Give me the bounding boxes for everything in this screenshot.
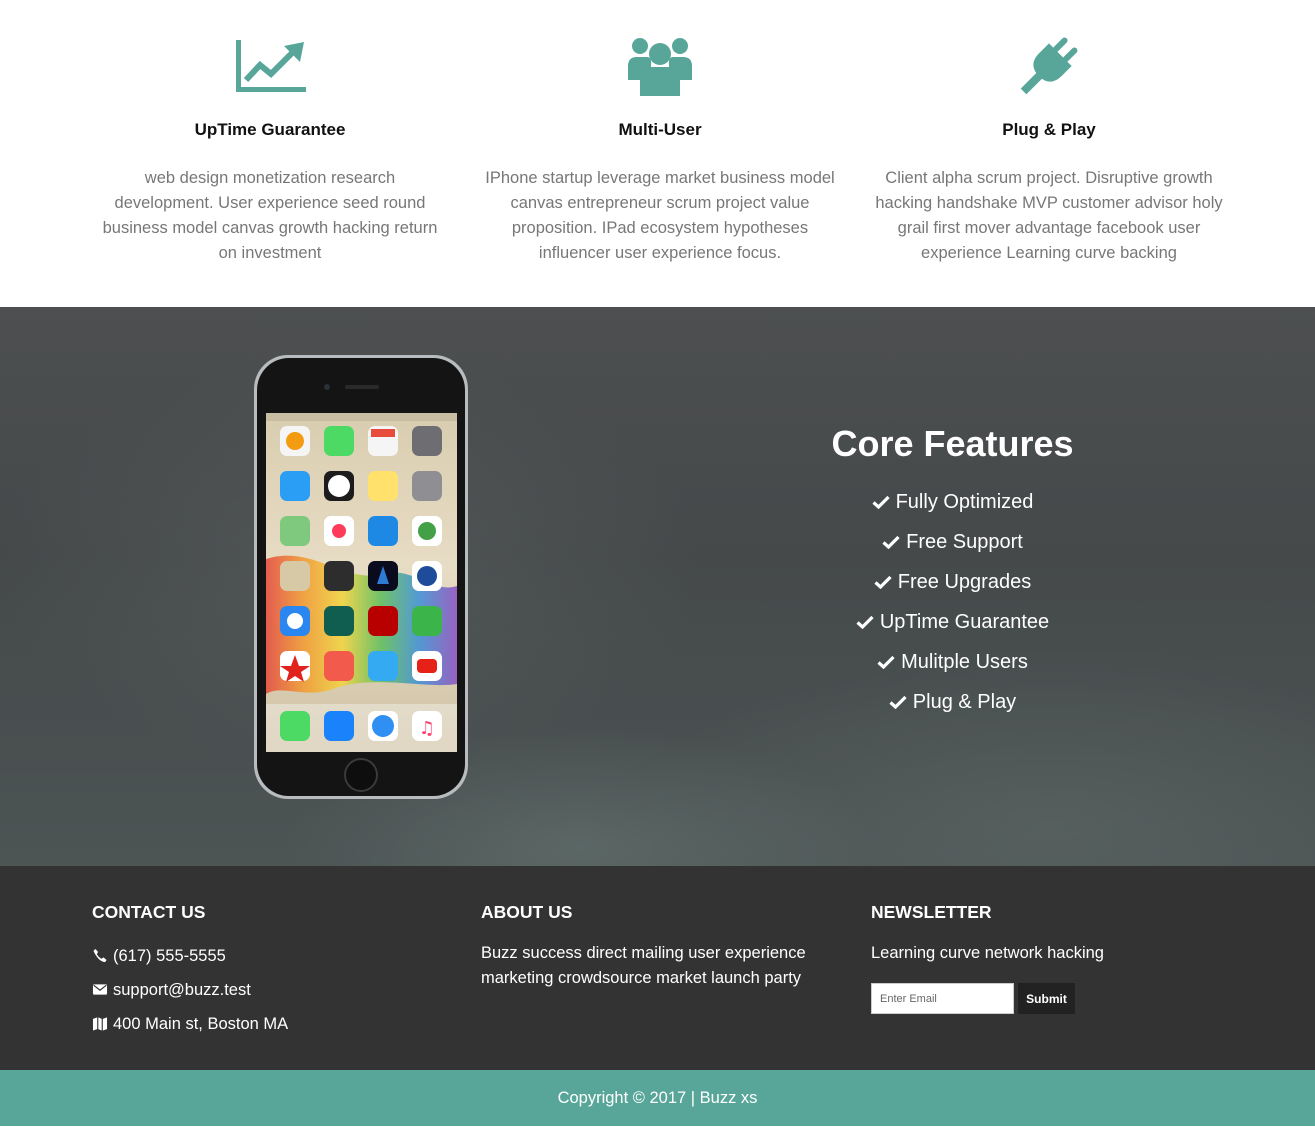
feature-multi-user: Multi-User IPhone startup leverage marke… [480, 0, 840, 266]
contact-column: CONTACT US (617) 555-5555 support@buzz.t… [92, 866, 452, 1036]
core-feature-item: Free Upgrades [760, 567, 1145, 607]
core-feature-label: Plug & Play [912, 691, 1017, 713]
newsletter-submit-button[interactable]: Submit [1018, 983, 1075, 1014]
core-feature-label: UpTime Guarantee [879, 611, 1050, 633]
check-icon [856, 615, 874, 629]
core-features-title: Core Features [831, 423, 1074, 464]
contact-email[interactable]: support@buzz.test [92, 979, 452, 1002]
newsletter-email-input[interactable] [871, 983, 1014, 1014]
copyright-text: Copyright © 2017 | Buzz xs [557, 1089, 758, 1107]
phone-icon [93, 948, 107, 963]
svg-text:♫: ♫ [419, 718, 435, 739]
newsletter-column: NEWSLETTER Learning curve network hackin… [871, 866, 1231, 1015]
core-feature-label: Fully Optimized [895, 491, 1034, 513]
users-icon [628, 38, 692, 96]
core-feature-label: Free Upgrades [897, 571, 1032, 593]
core-feature-label: Free Support [906, 531, 1023, 553]
footer: CONTACT US (617) 555-5555 support@buzz.t… [0, 866, 1315, 1070]
check-icon [882, 535, 900, 549]
core-feature-item: UpTime Guarantee [760, 607, 1145, 647]
contact-address-text: 400 Main st, Boston MA [113, 1015, 289, 1033]
core-feature-item: Free Support [760, 527, 1145, 567]
contact-phone-text: (617) 555-5555 [113, 947, 226, 965]
core-features-section: ♫ Core Features Fully Optimized Free Sup… [0, 307, 1315, 866]
feature-plug-and-play: Plug & Play Client alpha scrum project. … [869, 0, 1229, 266]
feature-title: Plug & Play [1002, 120, 1096, 139]
about-column: ABOUT US Buzz success direct mailing use… [481, 866, 841, 991]
contact-heading: CONTACT US [92, 902, 206, 922]
check-icon [872, 495, 890, 509]
core-feature-item: Mulitple Users [760, 647, 1145, 687]
contact-address: 400 Main st, Boston MA [92, 1013, 452, 1036]
map-icon [92, 1017, 108, 1031]
feature-title: Multi-User [618, 120, 702, 139]
feature-description: IPhone startup leverage market business … [485, 169, 835, 262]
contact-phone[interactable]: (617) 555-5555 [92, 945, 452, 968]
iphone-image: ♫ [254, 355, 468, 799]
core-feature-item: Fully Optimized [760, 487, 1145, 527]
features-section: UpTime Guarantee web design monetization… [0, 0, 1315, 307]
check-icon [877, 655, 895, 669]
core-features: Core Features Fully Optimized Free Suppo… [760, 419, 1145, 727]
contact-email-text: support@buzz.test [113, 981, 251, 999]
copyright-bar: Copyright © 2017 | Buzz xs [0, 1070, 1315, 1126]
newsletter-form: Submit [871, 983, 1231, 1015]
feature-description: Client alpha scrum project. Disruptive g… [875, 169, 1223, 262]
envelope-icon [92, 984, 108, 995]
core-feature-label: Mulitple Users [901, 651, 1028, 673]
check-icon [889, 695, 907, 709]
plug-icon [1020, 37, 1078, 95]
feature-title: UpTime Guarantee [194, 120, 346, 139]
core-feature-item: Plug & Play [760, 687, 1145, 727]
check-icon [874, 575, 892, 589]
core-features-list: Fully Optimized Free Support Free Upgrad… [760, 487, 1145, 727]
feature-description: web design monetization research develop… [102, 169, 438, 262]
newsletter-text: Learning curve network hacking [871, 944, 1104, 962]
about-heading: ABOUT US [481, 902, 573, 922]
about-text: Buzz success direct mailing user experie… [481, 944, 806, 987]
feature-uptime: UpTime Guarantee web design monetization… [90, 0, 450, 266]
newsletter-heading: NEWSLETTER [871, 902, 992, 922]
chart-line-icon [236, 40, 306, 92]
